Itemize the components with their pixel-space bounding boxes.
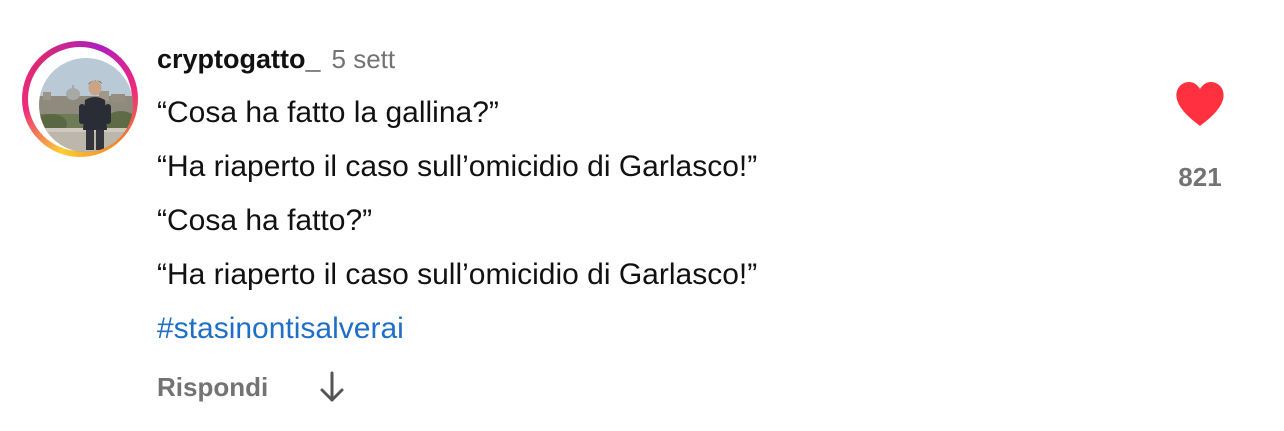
comment-actions: Rispondi xyxy=(157,366,346,408)
like-count: 821 xyxy=(1178,162,1222,192)
heart-icon[interactable] xyxy=(1174,80,1226,128)
comment: cryptogatto_ 5 sett “Cosa ha fatto la ga… xyxy=(0,0,1284,431)
comment-line: “Cosa ha fatto?” xyxy=(157,204,373,237)
comment-line: “Ha riaperto il caso sull’omicidio di Ga… xyxy=(157,258,758,291)
comment-line: “Cosa ha fatto la gallina?” xyxy=(157,96,499,129)
comment-header: cryptogatto_ 5 sett xyxy=(157,44,395,80)
hashtag-link[interactable]: #stasinontisalverai xyxy=(157,302,1137,356)
comment-line: “Ha riaperto il caso sull’omicidio di Ga… xyxy=(157,150,758,183)
arrow-down-icon[interactable] xyxy=(318,369,346,405)
avatar-photo xyxy=(39,58,133,152)
reply-button[interactable]: Rispondi xyxy=(157,372,268,403)
like-area: 821 xyxy=(1160,80,1240,193)
comment-author[interactable]: cryptogatto_ xyxy=(157,44,321,75)
comment-timestamp: 5 sett xyxy=(331,44,396,74)
comment-text: “Cosa ha fatto la gallina?” “Ha riaperto… xyxy=(157,86,1137,356)
avatar[interactable] xyxy=(22,41,138,157)
